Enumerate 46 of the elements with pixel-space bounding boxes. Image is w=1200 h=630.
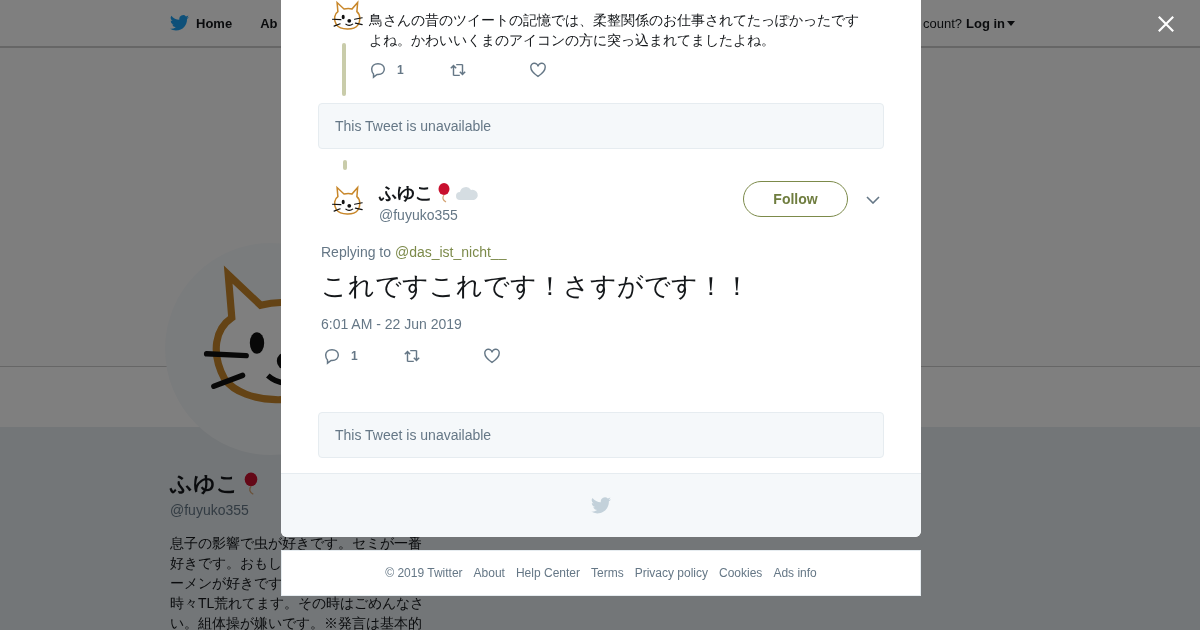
heart-icon[interactable] xyxy=(529,61,547,79)
cloud-icon xyxy=(455,185,479,201)
reply-count: 1 xyxy=(397,63,404,77)
close-icon[interactable] xyxy=(1157,15,1175,33)
bio-line: い。組体操が嫌いです。※発言は基本的 xyxy=(170,614,422,630)
bio-line: 息子の影響で虫が好きです。セミが一番 xyxy=(170,534,422,553)
unavailable-notice: This Tweet is unavailable xyxy=(318,103,884,149)
balloon-icon xyxy=(437,183,451,203)
footer-link[interactable]: About xyxy=(473,566,505,580)
reply-count: 1 xyxy=(351,349,358,363)
bird-icon xyxy=(591,497,611,514)
reply-icon[interactable] xyxy=(323,347,341,365)
account-prompt: count? xyxy=(922,15,962,31)
replying-label: Replying to xyxy=(321,244,392,260)
tweet-text: これですこれです！さすがです！！ xyxy=(321,270,751,303)
unavailable-notice: This Tweet is unavailable xyxy=(318,412,884,458)
nav-link[interactable]: Ab xyxy=(260,15,278,31)
balloon-icon xyxy=(243,472,259,496)
bird-icon xyxy=(170,15,189,31)
bio-line: 好きです。おもし xyxy=(170,554,282,573)
footer-link[interactable]: Help Center xyxy=(515,566,580,580)
footer-link[interactable]: Ads info xyxy=(773,566,817,580)
profile-name: ふゆこ xyxy=(170,470,239,498)
login-link[interactable]: Log in xyxy=(966,15,1015,31)
thread-line xyxy=(342,43,346,96)
tweet-text: 鳥さんの昔のツイートの記憶では、柔整関係のお仕事されてたっぽかったですよね。かわいいくまのアイコンの方に突っ込まれてましたよね。 xyxy=(369,11,860,50)
retweet-icon[interactable] xyxy=(403,347,421,365)
copyright: © 2019 Twitter xyxy=(385,566,463,580)
profile-handle: @fuyuko355 xyxy=(170,502,250,518)
footer-link[interactable]: Privacy policy xyxy=(634,566,708,580)
caret-icon xyxy=(1007,20,1015,26)
mention-link[interactable]: @das_ist_nicht__ xyxy=(394,244,507,260)
footer-link[interactable]: Terms xyxy=(591,566,624,580)
follow-button[interactable]: Follow xyxy=(743,181,848,217)
tweet-timestamp[interactable]: 6:01 AM - 22 Jun 2019 xyxy=(321,315,884,333)
chevron-icon[interactable] xyxy=(866,196,880,204)
user-name[interactable]: ふゆこ xyxy=(379,181,433,205)
reply-icon[interactable] xyxy=(369,61,387,79)
user-handle[interactable]: @fuyuko355 xyxy=(379,207,479,223)
bio-line: 時々TL荒れてます。その時はごめんなさ xyxy=(170,594,425,613)
heart-icon[interactable] xyxy=(483,347,501,365)
bio-line: ーメンが好きです xyxy=(170,574,282,593)
footer-link[interactable]: Cookies xyxy=(719,566,763,580)
home-link[interactable]: Home xyxy=(170,15,233,31)
thread-line xyxy=(343,160,347,170)
retweet-icon[interactable] xyxy=(449,61,467,79)
